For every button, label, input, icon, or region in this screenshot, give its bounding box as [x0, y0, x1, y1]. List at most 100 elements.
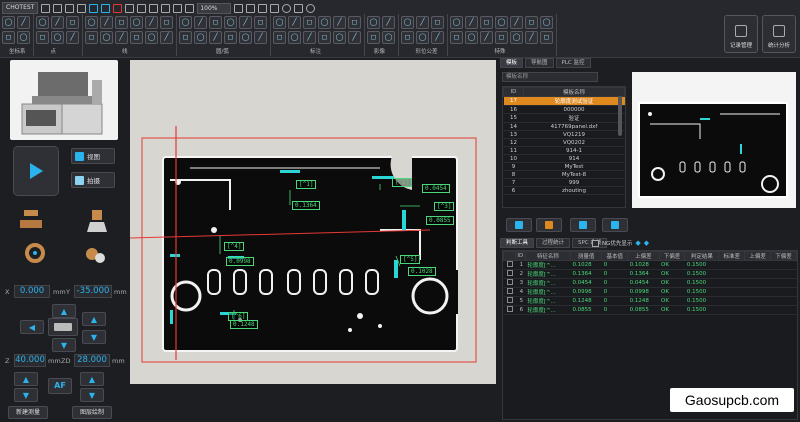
navigation-preview[interactable]	[632, 72, 796, 208]
dim-tool-icon[interactable]: ╱	[288, 16, 301, 29]
circle-tool-icon[interactable]: ╱	[209, 31, 222, 44]
record-management-button[interactable]: 记录管理	[724, 15, 758, 53]
z-value-field[interactable]: 40.000	[14, 354, 46, 367]
autofocus-button[interactable]: AF	[48, 378, 72, 394]
circle-tool-icon[interactable]: ◯	[179, 16, 192, 29]
tol-tool-icon[interactable]: ◯	[401, 16, 414, 29]
line-tool-icon[interactable]: ◯	[85, 16, 98, 29]
download-template-button[interactable]	[602, 218, 628, 232]
measure-value-5[interactable]: 0.1028	[408, 267, 436, 276]
light-icon[interactable]	[185, 3, 195, 13]
spec-tool-icon[interactable]: ◻	[540, 31, 553, 44]
z-down-button[interactable]: ▼	[82, 330, 106, 344]
row-checkbox[interactable]	[503, 269, 516, 279]
tab-navigation[interactable]: 导航图	[525, 58, 554, 68]
stage-light-icon[interactable]	[18, 208, 44, 234]
circle-tool-icon[interactable]: ◻	[254, 16, 267, 29]
spec-tool-icon[interactable]: ╱	[465, 16, 478, 29]
spec-tool-icon[interactable]: ◻	[495, 31, 508, 44]
spec-tool-icon[interactable]: ◻	[480, 16, 493, 29]
template-row[interactable]: 16 000000	[503, 105, 625, 114]
spec-tool-icon[interactable]: ◯	[450, 16, 463, 29]
run-button[interactable]	[13, 146, 59, 196]
result-row[interactable]: 5 轮廓度[^... 0.1248 0 0.1248 OK 0.1500	[503, 296, 797, 306]
y-value-field[interactable]: -35.000	[74, 285, 112, 298]
line-tool-icon[interactable]: ╱	[145, 16, 158, 29]
dim-tool-icon[interactable]: ◻	[318, 31, 331, 44]
zoom-out-icon[interactable]	[270, 3, 280, 13]
zoom-in-icon[interactable]	[258, 3, 268, 13]
settings-icon[interactable]	[282, 3, 292, 13]
line-tool-icon[interactable]: ◯	[145, 31, 158, 44]
template-row[interactable]: 13 VQ1219	[503, 130, 625, 139]
zoom-down-button[interactable]: ▼	[80, 388, 104, 402]
dim-tool-icon[interactable]: ╱	[333, 16, 346, 29]
point-tool-icon[interactable]: ╱	[51, 16, 64, 29]
home-stage-button[interactable]	[48, 318, 78, 336]
line-tool-icon[interactable]: ◯	[100, 31, 113, 44]
spec-tool-icon[interactable]: ◯	[540, 16, 553, 29]
move-left-button[interactable]: ◀	[20, 320, 44, 334]
tol-tool-icon[interactable]: ◻	[431, 16, 444, 29]
template-row[interactable]: 15 验证	[503, 113, 625, 123]
coaxial-light-icon[interactable]	[84, 208, 110, 234]
result-row[interactable]: 6 轮廓度[^... 0.0855 0 0.0855 OK 0.1500	[503, 305, 797, 315]
tol-tool-icon[interactable]: ◯	[416, 31, 429, 44]
spec-tool-icon[interactable]: ╱	[525, 31, 538, 44]
spec-tool-icon[interactable]: ╱	[480, 31, 493, 44]
template-search-input[interactable]: 模板名称	[502, 72, 598, 82]
crosshair-icon[interactable]	[246, 3, 256, 13]
line-tool-icon[interactable]: ◻	[130, 31, 143, 44]
z-up-button[interactable]: ▲	[82, 312, 106, 326]
axis-tool-icon[interactable]: ◯	[17, 31, 30, 44]
delete-template-button[interactable]	[570, 218, 596, 232]
view-button[interactable]: 视图	[71, 148, 115, 164]
open-file-icon[interactable]	[53, 3, 63, 13]
circle-tool-icon[interactable]: ◻	[209, 16, 222, 29]
help-icon[interactable]	[306, 3, 316, 13]
zoom-up-button[interactable]: ▲	[80, 372, 104, 386]
circle-tool-icon[interactable]: ╱	[254, 31, 267, 44]
line-tool-icon[interactable]: ◻	[160, 16, 173, 29]
axis-tool-icon[interactable]: ◯	[2, 16, 15, 29]
line-tool-icon[interactable]: ╱	[115, 31, 128, 44]
circle-tool-icon[interactable]: ◻	[179, 31, 192, 44]
row-checkbox[interactable]	[503, 287, 516, 297]
move-up-button[interactable]: ▲	[52, 304, 76, 318]
light-settings-icon[interactable]	[82, 242, 108, 268]
focus-down-button[interactable]: ▼	[14, 388, 38, 402]
result-row[interactable]: 4 轮廓度[^... 0.0998 0 0.0998 OK 0.1500	[503, 287, 797, 297]
undo-icon[interactable]	[89, 3, 99, 13]
zoom-select[interactable]: 100%	[197, 2, 232, 14]
circle-tool-icon[interactable]: ╱	[239, 16, 252, 29]
dim-tool-icon[interactable]: ◯	[333, 31, 346, 44]
template-scrollbar[interactable]	[618, 96, 622, 136]
axis-tool-icon[interactable]: ◻	[2, 31, 15, 44]
dim-tool-icon[interactable]: ╱	[348, 31, 361, 44]
line-tool-icon[interactable]: ◻	[115, 16, 128, 29]
img-tool-icon[interactable]: ╱	[382, 16, 395, 29]
point-tool-icon[interactable]: ◻	[66, 16, 79, 29]
save-icon[interactable]	[65, 3, 75, 13]
dim-tool-icon[interactable]: ◻	[273, 31, 286, 44]
measure-value-6[interactable]: 0.1248	[230, 320, 258, 329]
img-tool-icon[interactable]: ◯	[367, 16, 380, 29]
dim-tool-icon[interactable]: ◯	[318, 16, 331, 29]
shoot-button[interactable]: 拍摄	[71, 172, 115, 188]
edit-template-button[interactable]	[506, 218, 532, 232]
spec-tool-icon[interactable]: ╱	[510, 16, 523, 29]
axis-tool-icon[interactable]: ╱	[17, 16, 30, 29]
triangle-icon[interactable]	[149, 3, 159, 13]
x-value-field[interactable]: 0.000	[14, 285, 50, 298]
export-icon[interactable]	[77, 3, 87, 13]
grid-icon[interactable]	[137, 3, 147, 13]
dim-tool-icon[interactable]: ◯	[288, 31, 301, 44]
tol-tool-icon[interactable]: ╱	[416, 16, 429, 29]
measure-value-4[interactable]: 0.0998	[226, 257, 254, 266]
result-row[interactable]: 3 轮廓度[^... 0.0454 0 0.0454 OK 0.1500	[503, 278, 797, 288]
new-file-icon[interactable]	[41, 3, 51, 13]
spec-tool-icon[interactable]: ◯	[465, 31, 478, 44]
line-tool-icon[interactable]: ╱	[100, 16, 113, 29]
row-checkbox[interactable]	[503, 305, 516, 315]
template-row[interactable]: 11 914-1	[503, 146, 625, 155]
